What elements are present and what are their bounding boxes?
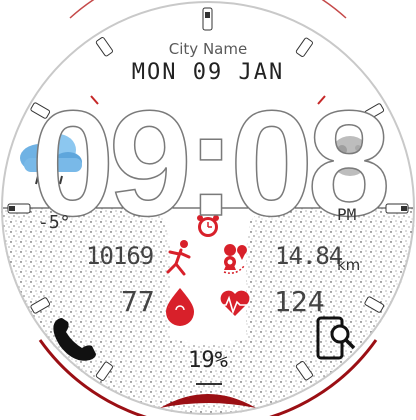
watch-face: City Name MON 09 JAN 09:08 PM -5° 10169 …	[0, 0, 416, 420]
steps-value: 10169	[86, 242, 154, 270]
map-pins-icon	[223, 244, 247, 274]
ampm-indicator: PM	[337, 205, 357, 224]
calories-value: 124	[274, 285, 325, 318]
heart-rate-value: 77	[121, 285, 155, 318]
find-phone-shortcut[interactable]	[314, 314, 358, 362]
weather-complication[interactable]	[20, 132, 86, 188]
alarm-shortcut[interactable]	[194, 212, 222, 240]
moon-complication[interactable]	[326, 132, 376, 182]
temperature-value: -5°	[38, 212, 71, 233]
phone-shortcut[interactable]	[48, 314, 100, 364]
distance-unit: km	[337, 256, 361, 274]
distance-value: 14.84	[275, 242, 343, 270]
city-name: City Name	[168, 40, 248, 58]
